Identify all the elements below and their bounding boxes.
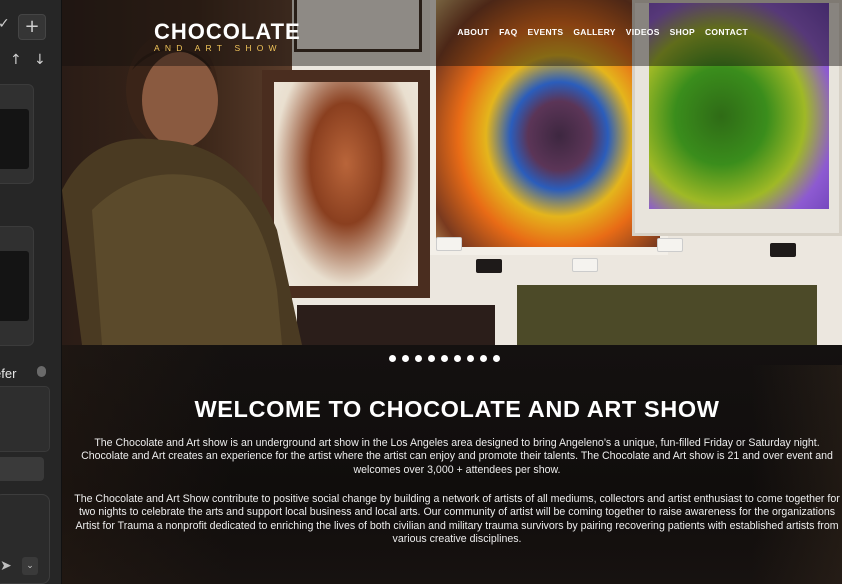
mission-paragraph: The Chocolate and Art Show contribute to… [74,493,840,546]
artwork-frame [517,285,817,345]
chevron-down-icon[interactable]: ⌄ [22,557,38,575]
artwork-tag [572,258,598,272]
nav-videos[interactable]: VIDEOS [626,27,660,37]
artwork-tag [770,243,796,257]
nav-contact[interactable]: CONTACT [705,27,748,37]
slider-dot[interactable] [454,355,461,362]
slider-dot[interactable] [467,355,474,362]
panel-card[interactable]: ••• [0,226,34,346]
nav-faq[interactable]: FAQ [499,27,517,37]
card-preview [0,109,29,169]
arrow-up-icon[interactable]: ↑ [10,52,22,68]
slider-dot[interactable] [493,355,500,362]
arrow-down-icon[interactable]: ↓ [34,52,46,68]
artwork-tag [436,237,462,251]
card-preview [0,251,29,321]
send-icon[interactable]: ➤ [0,558,22,576]
nav-events[interactable]: EVENTS [528,27,564,37]
panel-label: efer [0,366,17,381]
slider-dot[interactable] [402,355,409,362]
artwork-tag [476,259,502,273]
checkmark-icon[interactable]: ✓ [0,16,16,38]
artwork-tag [657,238,683,252]
slider-pagination [389,355,500,362]
text-area[interactable] [0,386,50,452]
panel-card[interactable]: ••• [0,84,34,184]
site-header: CHOCOLATE AND ART SHOW ABOUT FAQ EVENTS … [62,0,842,66]
slider-dot[interactable] [389,355,396,362]
page-title: WELCOME TO CHOCOLATE AND ART SHOW [194,396,720,422]
welcome-section: WELCOME TO CHOCOLATE AND ART SHOW The Ch… [62,345,842,584]
main-nav: ABOUT FAQ EVENTS GALLERY VIDEOS SHOP CON… [457,27,748,37]
slider-dot[interactable] [428,355,435,362]
slider-dot[interactable] [480,355,487,362]
artwork-frame [297,305,495,345]
nav-shop[interactable]: SHOP [670,27,695,37]
side-panel: ✓ + ↑ ↓ ••• ••• efer ➤ ⌄ [0,0,62,584]
logo-subtitle: AND ART SHOW [154,43,282,53]
slider-dot[interactable] [441,355,448,362]
input-bar[interactable] [0,457,44,481]
add-button[interactable]: + [18,14,46,40]
visitor-figure [62,32,302,345]
reorder-controls: ↑ ↓ [6,52,50,72]
slider-dot[interactable] [415,355,422,362]
website: CHOCOLATE AND ART SHOW ABOUT FAQ EVENTS … [62,0,842,584]
site-logo[interactable]: CHOCOLATE AND ART SHOW [154,19,301,54]
toggle-knob[interactable] [37,366,46,377]
nav-about[interactable]: ABOUT [457,27,489,37]
nav-gallery[interactable]: GALLERY [573,27,615,37]
intro-paragraph: The Chocolate and Art show is an undergr… [81,437,833,476]
logo-title: CHOCOLATE [154,19,301,44]
screen: ✓ + ↑ ↓ ••• ••• efer ➤ ⌄ [0,0,842,584]
